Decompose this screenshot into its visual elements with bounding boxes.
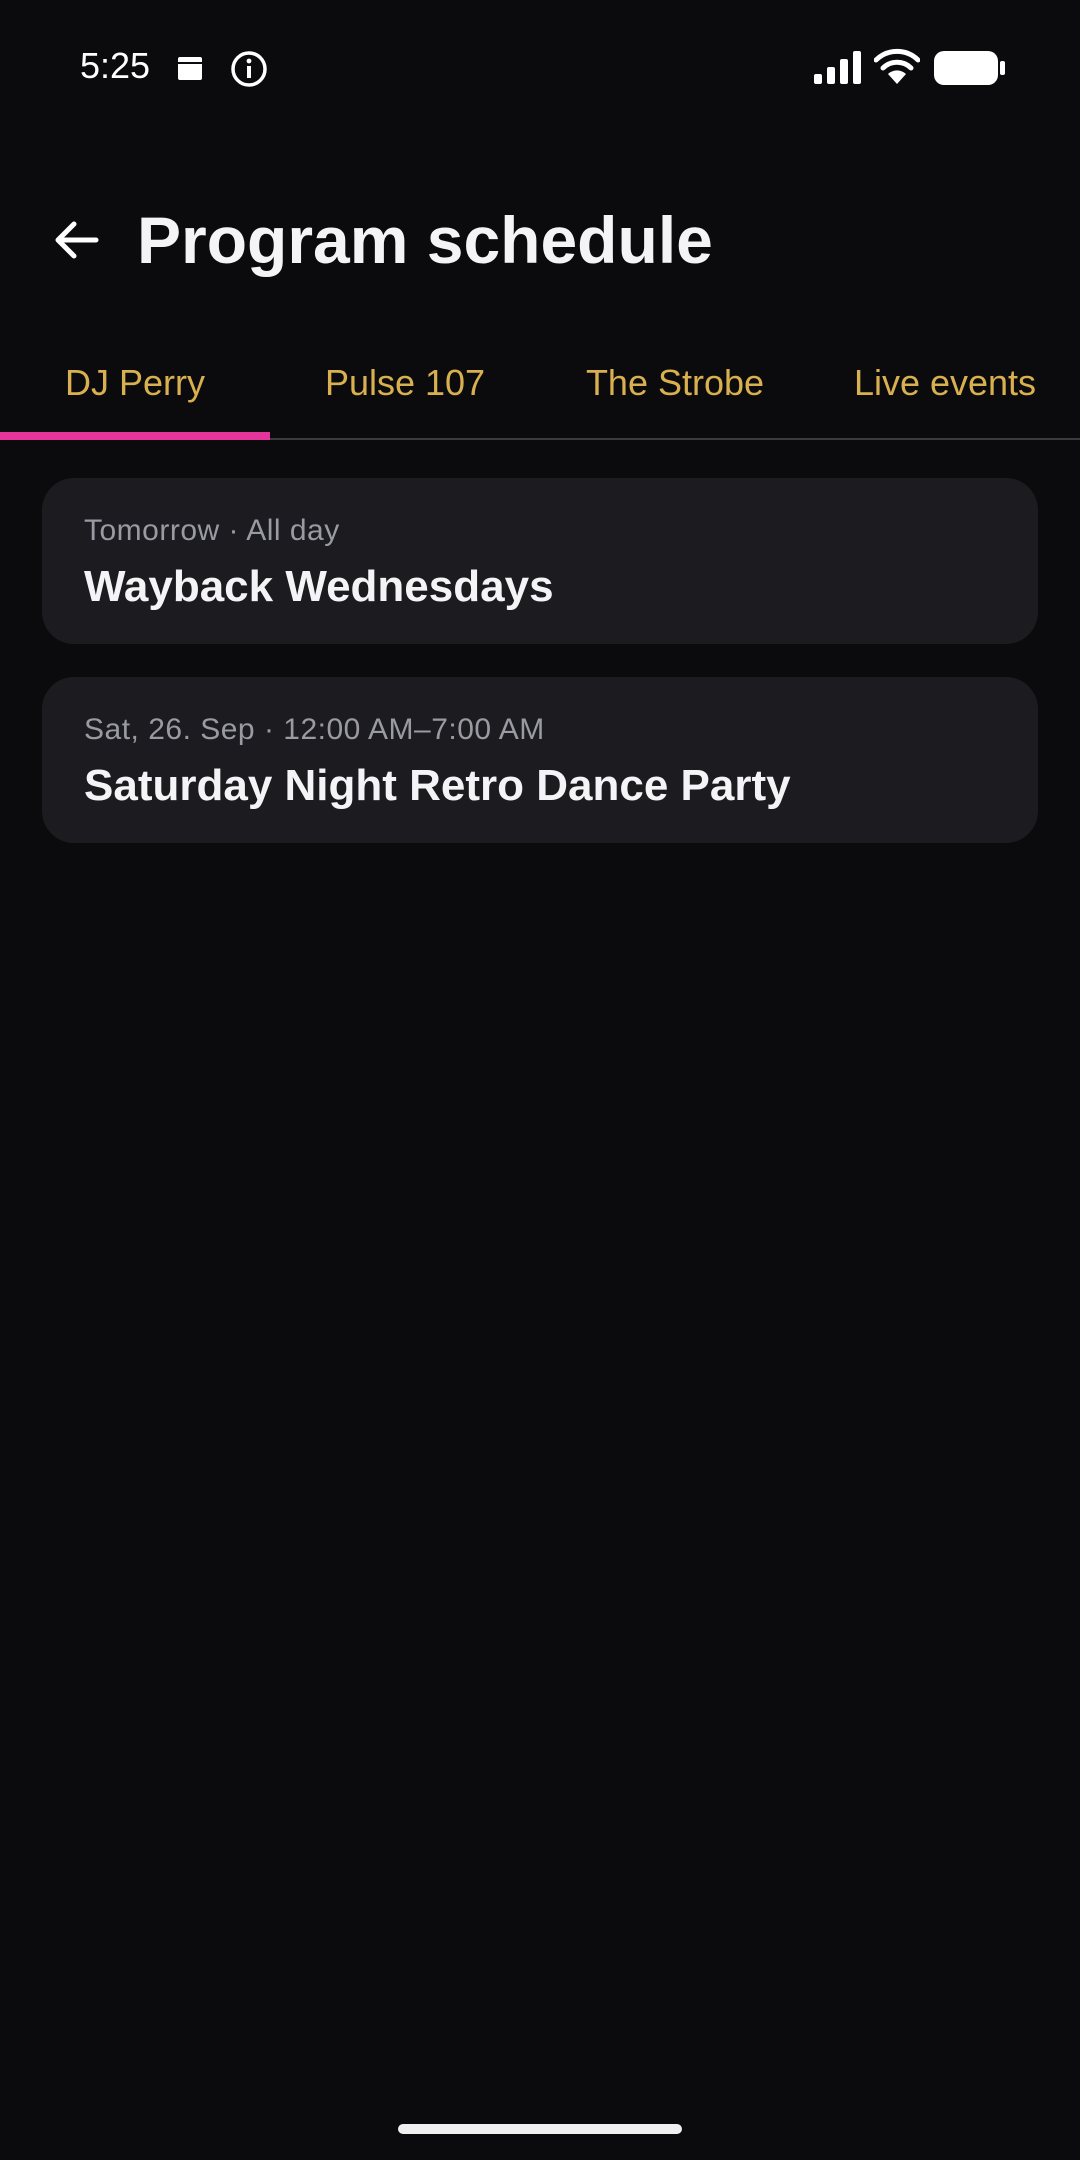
arrow-left-icon [55, 221, 99, 259]
signal-icon [814, 51, 861, 84]
back-button[interactable] [36, 200, 116, 280]
page-title: Program schedule [137, 203, 713, 277]
event-date-time: Sat, 26. Sep · 12:00 AM–7:00 AM [84, 713, 545, 746]
event-date-time: Tomorrow · All day [84, 514, 340, 547]
program-schedule-screen: 5:25 Program schedule DJ Perry Pulse 107… [0, 0, 1080, 2160]
status-bar: 5:25 [0, 0, 1080, 136]
tab-pulse-107[interactable]: Pulse 107 [270, 328, 540, 438]
info-icon [231, 51, 267, 87]
event-card-wayback-wednesdays[interactable]: Tomorrow · All day Wayback Wednesdays [42, 478, 1038, 644]
tab-label: DJ Perry [64, 362, 205, 403]
tab-live-events[interactable]: Live events [810, 328, 1080, 438]
tab-label: Live events [853, 362, 1037, 403]
tab-label: Pulse 107 [324, 362, 486, 403]
wifi-icon [874, 48, 920, 84]
tab-label: The Strobe [585, 362, 765, 403]
home-indicator[interactable] [398, 2124, 682, 2134]
tab-the-strobe[interactable]: The Strobe [540, 328, 810, 438]
status-time: 5:25 [80, 45, 151, 86]
battery-icon [934, 51, 1005, 85]
calendar-icon [178, 57, 202, 80]
event-card-saturday-night-retro-dance-party[interactable]: Sat, 26. Sep · 12:00 AM–7:00 AM Saturday… [42, 677, 1038, 843]
tab-dj-perry[interactable]: DJ Perry [0, 328, 270, 438]
tab-bar: DJ Perry Pulse 107 The Strobe Live event… [0, 328, 1080, 440]
event-title: Saturday Night Retro Dance Party [84, 761, 791, 810]
selected-tab-indicator [0, 432, 270, 440]
event-title: Wayback Wednesdays [84, 562, 554, 611]
